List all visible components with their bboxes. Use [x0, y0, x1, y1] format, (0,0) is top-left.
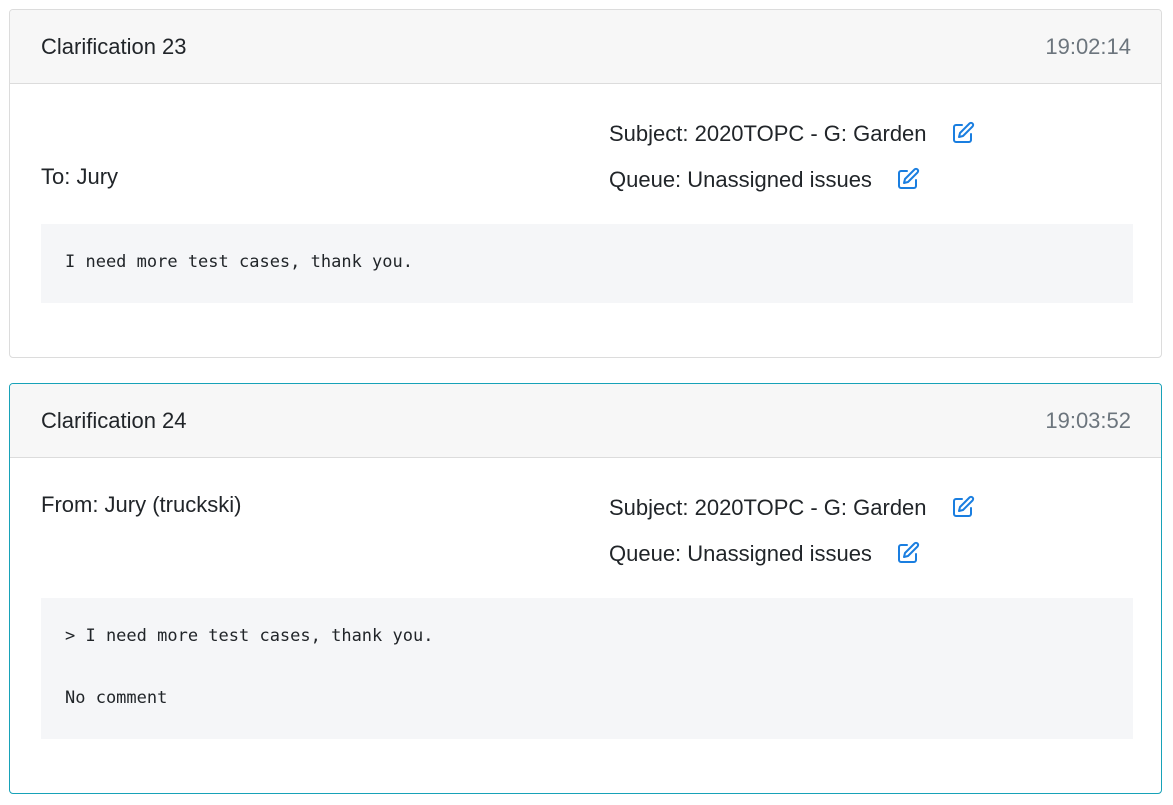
clarification-body: From: Jury (truckski) Subject: 2020TOPC … [10, 458, 1161, 793]
subject-row: Subject: 2020TOPC - G: Garden [609, 121, 975, 147]
message-line: No comment [65, 688, 168, 708]
clarification-body: To: Jury Subject: 2020TOPC - G: Garden Q… [10, 84, 1161, 357]
message-body: > I need more test cases, thank you. No … [41, 598, 1133, 739]
quoted-line: > I need more test cases, thank you. [65, 626, 434, 646]
edit-queue-icon[interactable] [896, 167, 920, 191]
edit-queue-icon[interactable] [896, 541, 920, 565]
recipient-label: To: Jury [41, 164, 119, 189]
subject-label: Subject: 2020TOPC - G: Garden [609, 495, 927, 520]
clarification-title: Clarification 24 [41, 408, 187, 433]
sender-label: From: Jury (truckski) [41, 492, 242, 517]
queue-label: Queue: Unassigned issues [609, 167, 872, 192]
clarification-time: 19:03:52 [1045, 408, 1131, 433]
clarification-card-23: Clarification 23 19:02:14 To: Jury Subje… [9, 9, 1162, 358]
clarification-header: Clarification 24 19:03:52 [10, 384, 1161, 458]
edit-subject-icon[interactable] [951, 121, 975, 145]
subject-label: Subject: 2020TOPC - G: Garden [609, 121, 927, 146]
subject-row: Subject: 2020TOPC - G: Garden [609, 495, 975, 521]
clarification-time: 19:02:14 [1045, 34, 1131, 59]
queue-label: Queue: Unassigned issues [609, 541, 872, 566]
clarification-header: Clarification 23 19:02:14 [10, 10, 1161, 84]
queue-row: Queue: Unassigned issues [609, 541, 920, 567]
queue-row: Queue: Unassigned issues [609, 167, 920, 193]
clarification-card-24: Clarification 24 19:03:52 From: Jury (tr… [9, 383, 1162, 794]
clarification-title: Clarification 23 [41, 34, 187, 59]
message-line: I need more test cases, thank you. [65, 252, 413, 272]
edit-subject-icon[interactable] [951, 495, 975, 519]
message-body: I need more test cases, thank you. [41, 224, 1133, 303]
